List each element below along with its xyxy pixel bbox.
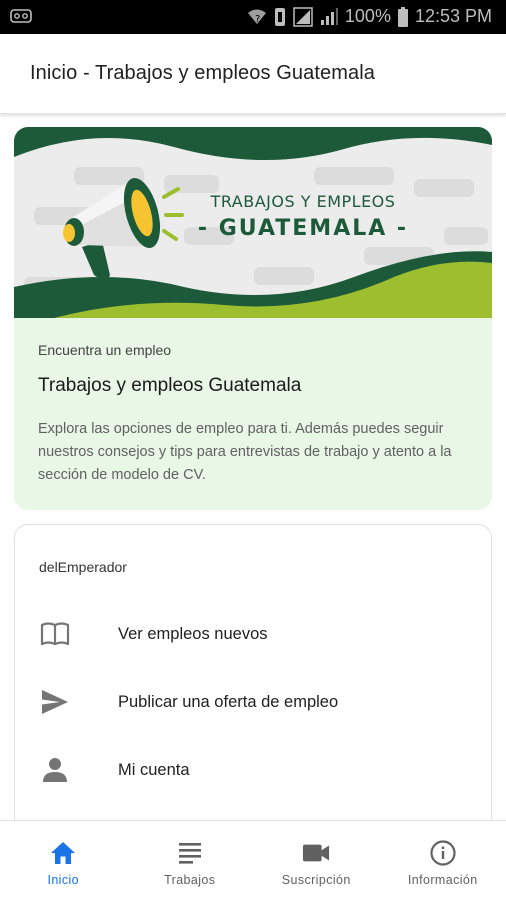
menu-item-mi-cuenta[interactable]: Mi cuenta [15,740,493,800]
menu-item-ver-empleos[interactable]: Ver empleos nuevos [15,604,493,664]
hero-title: Trabajos y empleos Guatemala [38,375,302,396]
battery-level: 100% [344,6,391,26]
menu-item-label: Publicar una oferta de empleo [118,692,339,711]
nav-item-inicio[interactable]: Inicio [0,821,127,900]
svg-text:?: ? [255,14,260,25]
nav-label: Información [407,873,478,887]
clock: 12:53 PM [414,6,492,26]
banner-illustration: TRABAJOS Y EMPLEOS - GUATEMALA - [14,127,492,318]
book-icon [39,618,71,650]
hero-body: Encuentra un empleo Trabajos y empleos G… [14,318,492,510]
status-bar: ? 100% 12:53 PM [0,0,506,34]
app-bar: Inicio - Trabajos y empleos Guatemala [0,34,506,114]
banner-text-line2: - GUATEMALA - [198,216,408,241]
hero-description: Explora las opciones de empleo para ti. … [38,421,452,483]
info-icon [429,839,457,867]
nav-label: Trabajos [164,873,216,887]
send-icon [39,686,71,718]
wifi-icon: ? [247,8,267,26]
hero-card[interactable]: TRABAJOS Y EMPLEOS - GUATEMALA - Encuent… [14,127,492,510]
vibrate-icon [273,7,287,27]
menu-card: delEmperador Ver empleos nuevos Publicar… [14,524,492,820]
menu-header: delEmperador [39,559,127,575]
menu-item-publicar-oferta[interactable]: Publicar una oferta de empleo [15,672,493,732]
video-camera-icon [302,839,330,867]
hero-banner: TRABAJOS Y EMPLEOS - GUATEMALA - [14,127,492,318]
voicemail-icon [10,9,32,28]
cell-signal-icon [319,7,339,27]
person-icon [39,754,71,786]
nav-label: Inicio [47,873,80,887]
nav-label: Suscripción [281,873,351,887]
menu-item-label: Mi cuenta [118,760,190,779]
battery-icon [397,6,409,27]
list-icon [176,839,204,867]
bottom-navigation: Inicio Trabajos Suscripción Información [0,820,506,900]
banner-text-line1: TRABAJOS Y EMPLEOS [210,192,396,211]
nav-item-suscripcion[interactable]: Suscripción [253,821,380,900]
menu-item-label: Ver empleos nuevos [118,624,268,643]
page-title: Inicio - Trabajos y empleos Guatemala [30,62,375,84]
home-icon [49,839,77,867]
signal-box-icon [293,6,313,27]
home-content[interactable]: TRABAJOS Y EMPLEOS - GUATEMALA - Encuent… [0,114,506,820]
nav-item-informacion[interactable]: Información [380,821,506,900]
nav-item-trabajos[interactable]: Trabajos [127,821,254,900]
hero-overline: Encuentra un empleo [38,342,172,358]
